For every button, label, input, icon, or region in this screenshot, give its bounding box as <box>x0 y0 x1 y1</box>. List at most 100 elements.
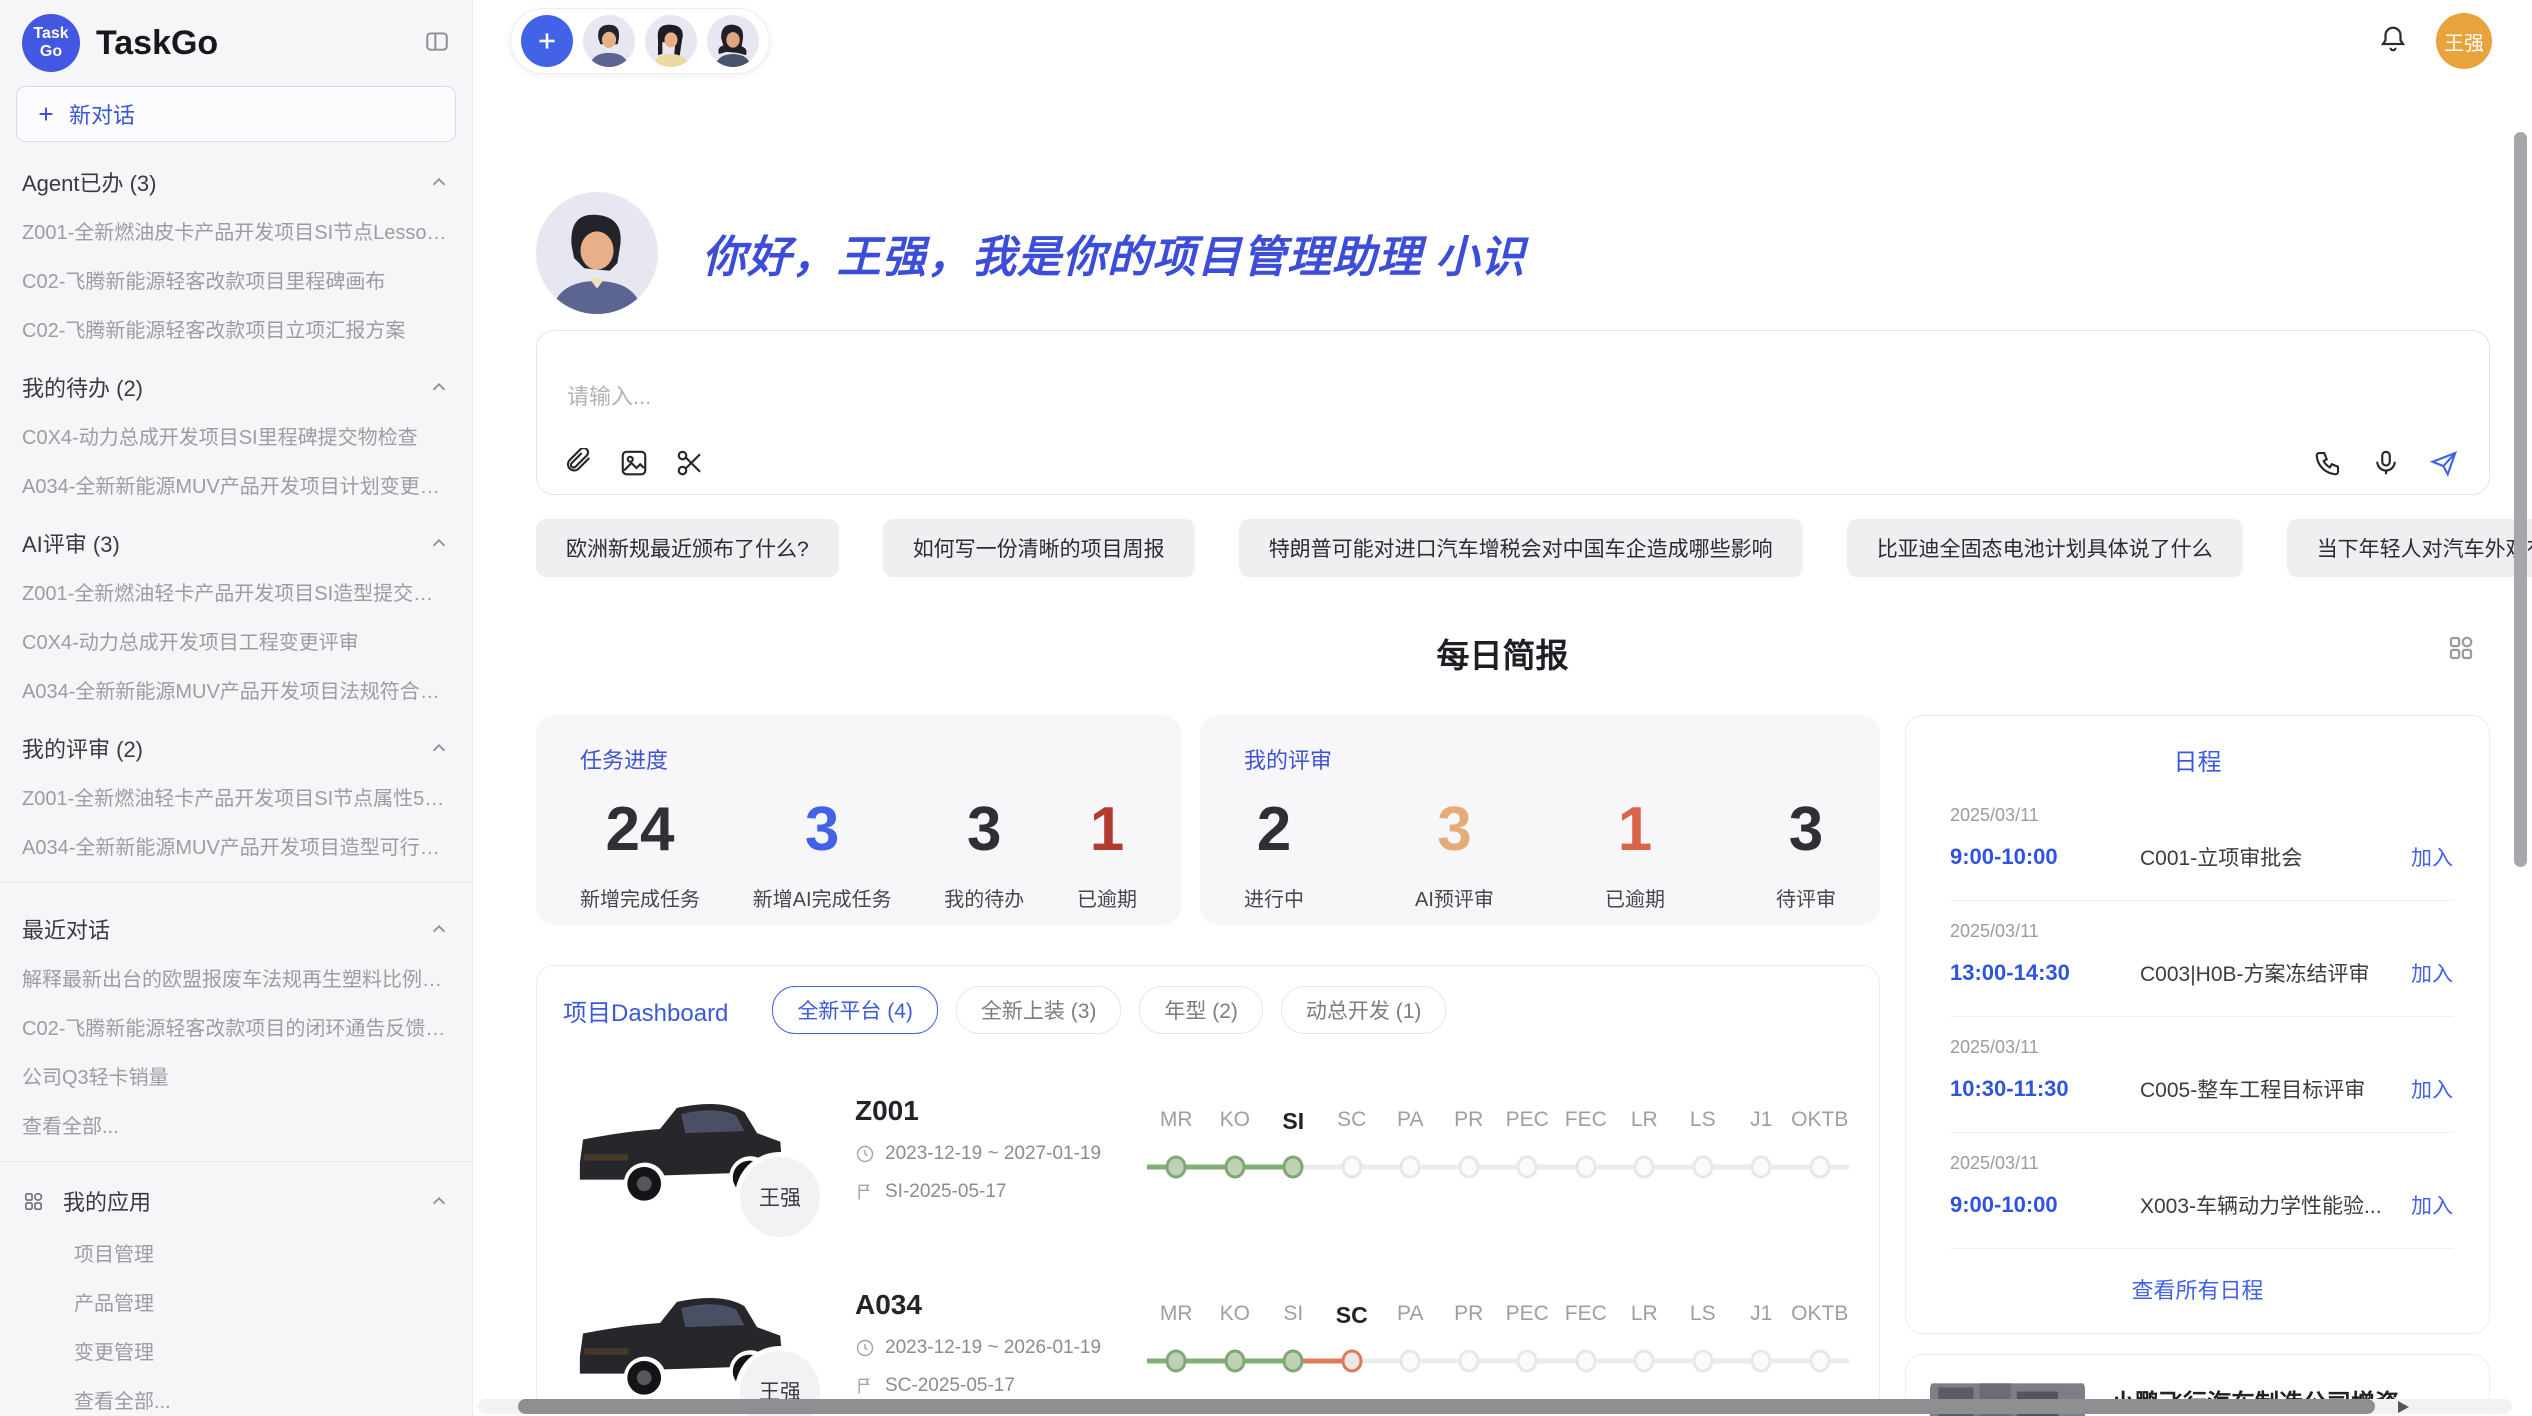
agent-avatar[interactable] <box>645 15 697 67</box>
section-title: AI评审 (3) <box>22 527 120 559</box>
microphone-icon[interactable] <box>2371 448 2401 478</box>
chat-input[interactable] <box>565 383 2189 411</box>
attachment-icon[interactable] <box>563 448 593 478</box>
image-icon[interactable] <box>619 448 649 478</box>
stat-cards: 任务进度24新增完成任务3新增AI完成任务3我的待办1已逾期我的评审2进行中3A… <box>536 715 1880 925</box>
horizontal-scrollbar[interactable] <box>478 1399 2512 1414</box>
briefing-card-title: 任务进度 <box>580 743 1137 775</box>
stat: 3新增AI完成任务 <box>753 799 892 912</box>
app-item[interactable]: 变更管理 <box>16 1326 456 1375</box>
dashboard-title: 项目Dashboard <box>563 993 728 1028</box>
milestone-label: LS <box>1674 1302 1733 1329</box>
project-row[interactable]: 王强 Z001 2023-12-19 ~ 2027-01-19 SI-2025-… <box>563 1070 1853 1228</box>
suggestion-chip[interactable]: 当下年轻人对汽车外观有怎样的喜好趋势 <box>2287 519 2532 577</box>
sidebar-item[interactable]: C02-飞腾新能源轻客改款项目立项汇报方案 <box>16 304 456 353</box>
section-header[interactable]: 我的待办 (2) <box>16 353 456 411</box>
sidebar-item[interactable]: C02-飞腾新能源轻客改款项目里程碑画布 <box>16 255 456 304</box>
recent-view-all[interactable]: 查看全部... <box>16 1100 456 1149</box>
collapse-sidebar-icon[interactable] <box>424 28 450 59</box>
event-time: 10:30-11:30 <box>1950 1076 2140 1102</box>
stat-value: 1 <box>1077 799 1137 861</box>
dashboard-tab[interactable]: 动总开发 (1) <box>1281 986 1447 1034</box>
recent-items: 解释最新出台的欧盟报废车法规再生塑料比例被调至15%...C02-飞腾新能源轻客… <box>16 953 456 1100</box>
join-button[interactable]: 加入 <box>2411 842 2453 872</box>
stat: 1已逾期 <box>1077 799 1137 912</box>
view-all-schedule[interactable]: 查看所有日程 <box>1906 1249 2489 1333</box>
logo-line-1: Task <box>33 25 68 43</box>
recent-chat-item[interactable]: 解释最新出台的欧盟报废车法规再生塑料比例被调至15%... <box>16 953 456 1002</box>
vertical-scrollbar-thumb[interactable] <box>2514 132 2527 867</box>
sidebar-item[interactable]: A034-全新新能源MUV产品开发项目造型可行性评审 <box>16 821 456 870</box>
section-title: Agent已办 (3) <box>22 166 157 198</box>
dashboard-tab[interactable]: 全新平台 (4) <box>772 986 938 1034</box>
stat: 1已逾期 <box>1605 799 1665 912</box>
event-name: X003-车辆动力学性能验... <box>2140 1190 2393 1220</box>
project-dashboard-card: 项目Dashboard 全新平台 (4) 全新上装 (3) 年型 (2) 动总开发 (… <box>536 965 1880 1416</box>
apps-view-all[interactable]: 查看全部... <box>16 1375 456 1416</box>
milestone-dot <box>1458 1349 1479 1372</box>
flag-icon <box>855 1182 875 1202</box>
schedule-event: 2025/03/11 10:30-11:30 C005-整车工程目标评审 加入 <box>1950 1017 2453 1133</box>
sidebar-item[interactable]: Z001-全新燃油皮卡产品开发项目SI节点Lesson Learn报告 <box>16 206 456 255</box>
section-header[interactable]: AI评审 (3) <box>16 509 456 567</box>
event-date: 2025/03/11 <box>1950 805 2453 826</box>
layout-grid-icon[interactable] <box>2446 633 2476 663</box>
project-info: A034 2023-12-19 ~ 2026-01-19 SC-2025-05-… <box>855 1289 1123 1397</box>
app-logo: Task Go <box>22 14 80 72</box>
scissors-icon[interactable] <box>675 448 705 478</box>
suggestion-chip[interactable]: 欧洲新规最近颁布了什么? <box>536 519 839 577</box>
join-button[interactable]: 加入 <box>2411 1074 2453 1104</box>
milestone-label: PA <box>1381 1302 1440 1329</box>
dashboard-tab[interactable]: 年型 (2) <box>1139 986 1263 1034</box>
sidebar-item[interactable]: Z001-全新燃油轻卡产品开发项目SI节点属性5D文件评审 <box>16 772 456 821</box>
app-item[interactable]: 产品管理 <box>16 1277 456 1326</box>
add-agent-button[interactable] <box>521 15 573 67</box>
milestone-dot <box>1751 1349 1772 1372</box>
milestone-dot <box>1166 1349 1187 1372</box>
phone-icon[interactable] <box>2313 448 2343 478</box>
topbar: 王强 <box>473 0 2532 74</box>
send-icon[interactable] <box>2429 448 2459 478</box>
stat-value: 3 <box>944 799 1024 861</box>
sidebar-item-my-apps[interactable]: 我的应用 <box>16 1174 456 1228</box>
stat-label: 新增完成任务 <box>580 883 700 912</box>
recent-chat-item[interactable]: C02-飞腾新能源轻客改款项目的闭环通告反馈情况 <box>16 1002 456 1051</box>
sidebar-item[interactable]: A034-全新新能源MUV产品开发项目法规符合性评审 <box>16 665 456 714</box>
sidebar-item[interactable]: Z001-全新燃油轻卡产品开发项目SI造型提交物评审 <box>16 567 456 616</box>
section-header[interactable]: Agent已办 (3) <box>16 148 456 206</box>
recent-header[interactable]: 最近对话 <box>16 895 456 953</box>
suggestion-chip[interactable]: 如何写一份清晰的项目周报 <box>883 519 1195 577</box>
app-item[interactable]: 项目管理 <box>16 1228 456 1277</box>
briefing-card: 我的评审2进行中3AI预评审1已逾期3待评审 <box>1200 715 1880 925</box>
milestone-label: OKTB <box>1791 1108 1850 1135</box>
dashboard-tab[interactable]: 全新上装 (3) <box>956 986 1122 1034</box>
recent-chat-item[interactable]: 公司Q3轻卡销量 <box>16 1051 456 1100</box>
project-row[interactable]: 王强 A034 2023-12-19 ~ 2026-01-19 SC-2025-… <box>563 1264 1853 1416</box>
my-apps-label: 我的应用 <box>63 1185 151 1217</box>
user-avatar[interactable]: 王强 <box>2436 13 2492 69</box>
milestone-label: OKTB <box>1791 1302 1850 1329</box>
join-button[interactable]: 加入 <box>2411 958 2453 988</box>
new-chat-button[interactable]: 新对话 <box>16 86 456 142</box>
section-header[interactable]: 我的评审 (2) <box>16 714 456 772</box>
agent-avatar[interactable] <box>707 15 759 67</box>
join-button[interactable]: 加入 <box>2411 1190 2453 1220</box>
divider <box>0 1161 472 1162</box>
project-flag-date: SC-2025-05-17 <box>885 1375 1015 1397</box>
app-title: TaskGo <box>96 24 408 63</box>
suggestion-chip[interactable]: 特朗普可能对进口汽车增税会对中国车企造成哪些影响 <box>1239 519 1803 577</box>
notification-bell-icon[interactable] <box>2378 24 2408 59</box>
sidebar-item[interactable]: C0X4-动力总成开发项目SI里程碑提交物检查 <box>16 411 456 460</box>
right-column: 日程 2025/03/11 9:00-10:00 C001-立项审批会 加入 2… <box>1905 715 2490 1416</box>
owner-name: 王强 <box>759 1182 801 1212</box>
scroll-right-arrow-icon[interactable] <box>2398 1401 2409 1413</box>
sidebar-item[interactable]: C0X4-动力总成开发项目工程变更评审 <box>16 616 456 665</box>
milestone-dot <box>1283 1349 1304 1372</box>
suggestion-chip[interactable]: 比亚迪全固态电池计划具体说了什么 <box>1847 519 2243 577</box>
horizontal-scrollbar-thumb[interactable] <box>518 1399 2375 1414</box>
section-title: 我的评审 (2) <box>22 732 143 764</box>
milestone-dot <box>1634 1349 1655 1372</box>
agent-avatar[interactable] <box>583 15 635 67</box>
milestone-dot <box>1634 1155 1655 1178</box>
sidebar-item[interactable]: A034-全新新能源MUV产品开发项目计划变更表编写 <box>16 460 456 509</box>
